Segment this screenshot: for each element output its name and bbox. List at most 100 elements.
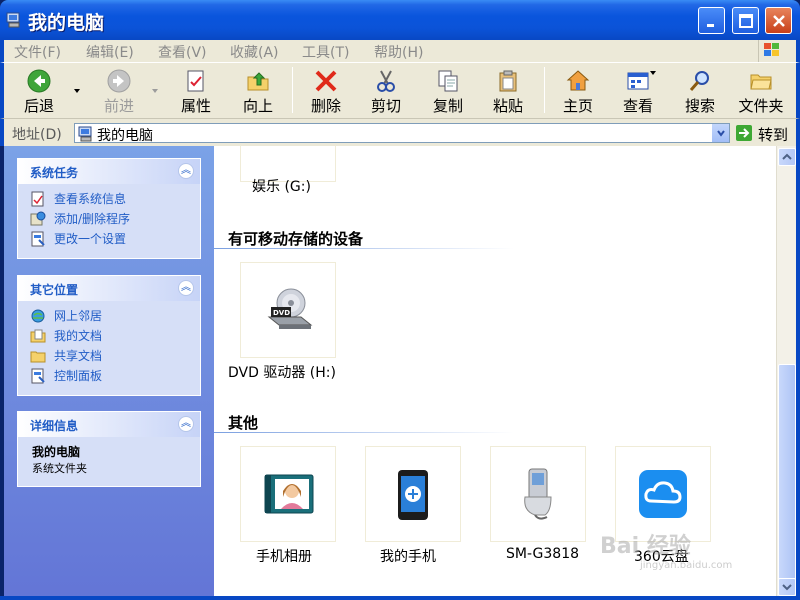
address-dropdown-icon[interactable] — [711, 124, 729, 142]
close-button[interactable] — [765, 7, 792, 34]
details-box: 详细信息 ︽ 我的电脑 系统文件夹 — [17, 411, 201, 487]
address-value: 我的电脑 — [97, 128, 153, 144]
menu-tools[interactable]: 工具(T) — [302, 42, 349, 62]
delete-button[interactable]: 删除 — [300, 65, 352, 115]
place-my-documents[interactable]: 我的文档 — [30, 327, 190, 347]
folder-icon — [749, 69, 773, 93]
photo-album-icon — [263, 471, 315, 521]
system-tasks-box: 系统任务 ︽ 查看系统信息 添加/删除程序 更改一个设置 — [17, 158, 201, 259]
menu-edit[interactable]: 编辑(E) — [86, 42, 134, 62]
svg-text:DVD: DVD — [273, 309, 290, 317]
home-icon — [566, 69, 590, 93]
toolbar-separator — [292, 67, 293, 113]
group-header-other: 其他 — [228, 414, 259, 432]
add-remove-programs-icon — [30, 211, 46, 227]
scroll-thumb[interactable] — [778, 364, 796, 580]
go-button[interactable]: 转到 — [736, 124, 796, 144]
system-tasks-header[interactable]: 系统任务 ︽ — [18, 159, 200, 184]
group-header-removable: 有可移动存储的设备 — [228, 230, 364, 248]
computer-icon — [6, 12, 22, 32]
cut-button[interactable]: 剪切 — [360, 65, 412, 115]
task-pane: 系统任务 ︽ 查看系统信息 添加/删除程序 更改一个设置 其它位置 ︽ 网上邻居… — [4, 146, 214, 600]
title-bar[interactable]: 我的电脑 — [0, 0, 800, 40]
scroll-down-button[interactable] — [778, 578, 796, 596]
view-grid-icon — [626, 69, 650, 93]
my-phone-label[interactable]: 我的手机 — [380, 546, 436, 566]
collapse-chevron-icon[interactable]: ︽ — [178, 416, 194, 432]
menu-bar: 文件(F) 编辑(E) 查看(V) 收藏(A) 工具(T) 帮助(H) — [0, 40, 800, 62]
watermark-url: jingyan.baidu.com — [640, 560, 733, 571]
menu-file[interactable]: 文件(F) — [14, 42, 61, 62]
other-places-box: 其它位置 ︽ 网上邻居 我的文档 共享文档 控制面板 — [17, 275, 201, 396]
address-label: 地址(D) — [12, 127, 62, 143]
clipboard-icon — [496, 69, 520, 93]
menu-favorites[interactable]: 收藏(A) — [230, 42, 279, 62]
sm-g3818-tile[interactable] — [490, 446, 586, 542]
paste-button[interactable]: 粘贴 — [482, 65, 534, 115]
dvd-drive-tile[interactable]: DVD — [240, 262, 336, 358]
file-view: 娱乐 (G:) 有可移动存储的设备 DVD DVD 驱动器 (H:) 其他 手机… — [214, 146, 776, 600]
scissors-icon — [374, 69, 398, 93]
collapse-chevron-icon[interactable]: ︽ — [178, 280, 194, 296]
task-add-remove-programs[interactable]: 添加/删除程序 — [30, 210, 190, 230]
details-name: 我的电脑 — [32, 445, 81, 459]
copy-button[interactable]: 复制 — [422, 65, 474, 115]
other-places-header[interactable]: 其它位置 ︽ — [18, 276, 200, 301]
maximize-button[interactable] — [732, 7, 759, 34]
back-arrow-icon — [27, 69, 51, 93]
properties-icon — [184, 69, 208, 93]
window-frame-right — [796, 146, 800, 600]
dvd-drive-icon: DVD — [265, 287, 313, 339]
view-dropdown-icon[interactable] — [650, 71, 656, 75]
search-button[interactable]: 搜索 — [674, 65, 726, 115]
forward-arrow-icon — [107, 69, 131, 93]
task-view-system-info[interactable]: 查看系统信息 — [30, 190, 190, 210]
go-arrow-icon — [736, 125, 752, 141]
dvd-drive-label[interactable]: DVD 驱动器 (H:) — [228, 362, 336, 382]
search-icon — [688, 69, 712, 93]
group-divider — [214, 248, 514, 249]
window-frame-bottom — [0, 596, 800, 600]
vertical-scrollbar[interactable] — [776, 146, 796, 600]
sm-g3818-label[interactable]: SM-G3818 — [506, 546, 579, 562]
smartphone-icon — [396, 469, 430, 525]
drive-g-label[interactable]: 娱乐 (G:) — [252, 176, 311, 196]
details-type: 系统文件夹 — [32, 462, 87, 475]
view-button[interactable]: 查看 — [612, 65, 664, 115]
my-phone-tile[interactable] — [365, 446, 461, 542]
address-bar: 地址(D) 我的电脑 转到 — [0, 118, 800, 146]
control-panel-icon — [30, 368, 46, 384]
collapse-chevron-icon[interactable]: ︽ — [178, 163, 194, 179]
back-dropdown-icon[interactable] — [74, 89, 80, 93]
phone-album-tile[interactable] — [240, 446, 336, 542]
minimize-button[interactable] — [698, 7, 725, 34]
forward-button[interactable]: 前进 — [94, 65, 144, 115]
place-network[interactable]: 网上邻居 — [30, 307, 190, 327]
documents-folder-icon — [30, 328, 46, 344]
details-header[interactable]: 详细信息 ︽ — [18, 412, 200, 437]
watermark: Bai 经验 — [600, 534, 691, 559]
up-button[interactable]: 向上 — [232, 65, 284, 115]
phone-album-label[interactable]: 手机相册 — [256, 546, 312, 566]
menu-help[interactable]: 帮助(H) — [374, 42, 423, 62]
copy-icon — [436, 69, 460, 93]
control-panel-icon — [30, 231, 46, 247]
forward-dropdown-icon[interactable] — [152, 89, 158, 93]
folder-up-icon — [246, 69, 270, 93]
toolbar: 后退 前进 属性 向上 删除 剪切 复制 粘贴 主页 查看 搜索 文件夹 — [0, 62, 800, 118]
windows-logo-icon — [758, 40, 788, 62]
address-input[interactable]: 我的电脑 — [74, 123, 730, 144]
properties-button[interactable]: 属性 — [170, 65, 222, 115]
task-change-setting[interactable]: 更改一个设置 — [30, 230, 190, 250]
menu-view[interactable]: 查看(V) — [158, 42, 207, 62]
scroll-up-button[interactable] — [778, 148, 796, 166]
place-shared-documents[interactable]: 共享文档 — [30, 347, 190, 367]
place-control-panel[interactable]: 控制面板 — [30, 367, 190, 387]
globe-network-icon — [30, 308, 46, 324]
home-button[interactable]: 主页 — [552, 65, 604, 115]
system-info-icon — [30, 191, 46, 207]
window-title: 我的电脑 — [28, 12, 105, 34]
back-button[interactable]: 后退 — [14, 65, 64, 115]
folders-button[interactable]: 文件夹 — [732, 65, 790, 115]
mobile-device-icon — [521, 467, 557, 525]
